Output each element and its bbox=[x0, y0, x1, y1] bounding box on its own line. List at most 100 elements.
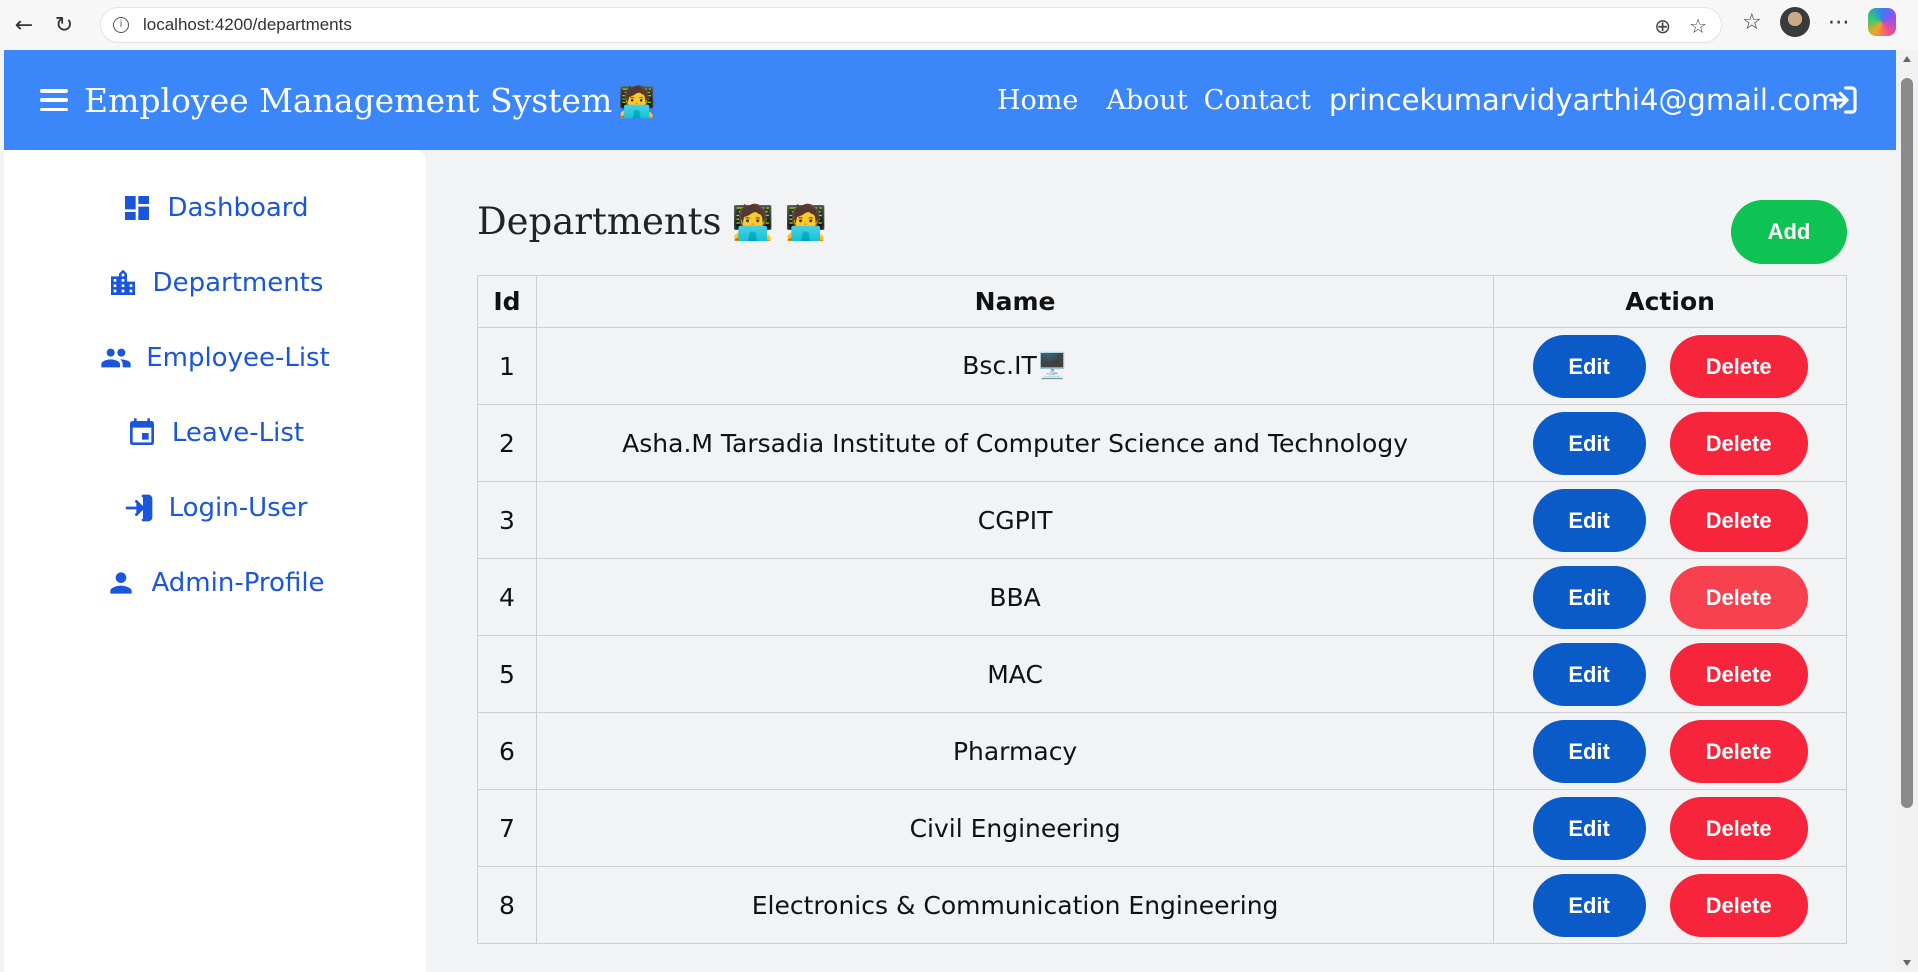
delete-button[interactable]: Delete bbox=[1669, 411, 1808, 475]
more-icon[interactable]: ⋯ bbox=[1828, 10, 1850, 35]
delete-button[interactable]: Delete bbox=[1669, 488, 1808, 552]
delete-button[interactable]: Delete bbox=[1669, 334, 1808, 398]
browser-toolbar: ← ↻ i localhost:4200/departments ⊕ ☆ ☆ ⋯ bbox=[0, 0, 1918, 50]
calendar-icon bbox=[129, 418, 154, 445]
scroll-up-icon[interactable] bbox=[1903, 56, 1911, 62]
page-title-text: Departments bbox=[477, 200, 722, 243]
header-action: Action bbox=[1493, 275, 1847, 328]
sidebar-item-label: Employee-List bbox=[146, 343, 330, 373]
table-row: 4 BBA Edit Delete bbox=[477, 558, 1847, 636]
edit-button[interactable]: Edit bbox=[1532, 411, 1646, 475]
reload-icon[interactable]: ↻ bbox=[44, 5, 84, 45]
row-id: 6 bbox=[477, 712, 537, 790]
row-actions: Edit Delete bbox=[1493, 712, 1847, 790]
scroll-thumb[interactable] bbox=[1901, 78, 1913, 808]
sidebar-item-leave-list[interactable]: Leave-List bbox=[4, 408, 426, 458]
edit-button[interactable]: Edit bbox=[1532, 565, 1646, 629]
page-title: Departments 🧑‍💻 🧑‍💻 bbox=[477, 200, 827, 243]
row-name: BBA bbox=[535, 558, 1495, 636]
nav-home[interactable]: Home bbox=[997, 85, 1078, 116]
hamburger-menu-icon[interactable] bbox=[40, 89, 68, 111]
address-bar[interactable]: i localhost:4200/departments ⊕ ☆ bbox=[100, 7, 1722, 43]
row-actions: Edit Delete bbox=[1493, 404, 1847, 482]
sidebar-item-departments[interactable]: Departments bbox=[4, 258, 426, 308]
app-navbar: Employee Management System 🧑‍💻 Home About… bbox=[4, 50, 1896, 150]
sidebar-item-label: Leave-List bbox=[171, 418, 305, 448]
delete-button[interactable]: Delete bbox=[1669, 642, 1808, 706]
table-row: 6 Pharmacy Edit Delete bbox=[477, 712, 1847, 790]
favorites-icon[interactable]: ☆ bbox=[1742, 10, 1762, 35]
row-actions: Edit Delete bbox=[1493, 866, 1847, 944]
row-actions: Edit Delete bbox=[1493, 481, 1847, 559]
row-id: 4 bbox=[477, 558, 537, 636]
table-row: 2 Asha.M Tarsadia Institute of Computer … bbox=[477, 404, 1847, 482]
sidebar-item-employee-list[interactable]: Employee-List bbox=[4, 333, 426, 383]
row-name: Asha.M Tarsadia Institute of Computer Sc… bbox=[535, 404, 1495, 482]
edit-button[interactable]: Edit bbox=[1532, 488, 1646, 552]
building-icon bbox=[110, 269, 135, 295]
table-row: 7 Civil Engineering Edit Delete bbox=[477, 789, 1847, 867]
row-name: MAC bbox=[535, 635, 1495, 713]
row-name: Bsc.IT🖥️ bbox=[535, 327, 1495, 405]
info-icon[interactable]: i bbox=[113, 17, 129, 33]
row-id: 2 bbox=[477, 404, 537, 482]
sidebar-item-admin-profile[interactable]: Admin-Profile bbox=[4, 558, 426, 608]
table-row: 1 Bsc.IT🖥️ Edit Delete bbox=[477, 327, 1847, 405]
departments-table: Id Name Action 1 Bsc.IT🖥️ Edit Delete 2 A… bbox=[477, 275, 1847, 944]
row-name: Electronics & Communication Engineering bbox=[535, 866, 1495, 944]
table-row: 3 CGPIT Edit Delete bbox=[477, 481, 1847, 559]
sidebar-item-label: Dashboard bbox=[167, 193, 309, 223]
sidebar: Dashboard Departments Employee-List Leav… bbox=[4, 150, 426, 972]
nav-links: Home About Contact princekumarvidyarthi4… bbox=[997, 50, 1839, 150]
copilot-icon[interactable] bbox=[1867, 8, 1896, 36]
login-icon bbox=[125, 494, 152, 522]
zoom-icon[interactable]: ⊕ bbox=[1654, 14, 1671, 38]
table-row: 8 Electronics & Communication Engineerin… bbox=[477, 866, 1847, 944]
sidebar-item-label: Admin-Profile bbox=[151, 568, 325, 598]
star-icon[interactable]: ☆ bbox=[1689, 14, 1707, 38]
row-id: 5 bbox=[477, 635, 537, 713]
row-actions: Edit Delete bbox=[1493, 327, 1847, 405]
nav-about[interactable]: About bbox=[1106, 85, 1187, 116]
sidebar-item-login-user[interactable]: Login-User bbox=[4, 483, 426, 533]
edit-button[interactable]: Edit bbox=[1532, 334, 1646, 398]
row-id: 1 bbox=[477, 327, 537, 405]
user-email[interactable]: princekumarvidyarthi4@gmail.com bbox=[1329, 83, 1839, 117]
brand-emoji: 🧑‍💻 bbox=[618, 84, 656, 120]
add-button[interactable]: Add bbox=[1731, 200, 1847, 264]
sidebar-item-dashboard-top[interactable]: Dashboard bbox=[4, 183, 426, 233]
sidebar-item-label: Login-User bbox=[168, 493, 308, 523]
edit-button[interactable]: Edit bbox=[1532, 719, 1646, 783]
row-actions: Edit Delete bbox=[1493, 558, 1847, 636]
table-header-row: Id Name Action bbox=[477, 275, 1847, 328]
person-icon bbox=[110, 572, 133, 594]
delete-button[interactable]: Delete bbox=[1669, 796, 1808, 860]
edit-button[interactable]: Edit bbox=[1532, 642, 1646, 706]
header-name: Name bbox=[535, 275, 1495, 328]
row-name: CGPIT bbox=[535, 481, 1495, 559]
row-actions: Edit Delete bbox=[1493, 635, 1847, 713]
url-text[interactable]: localhost:4200/departments bbox=[143, 15, 352, 35]
edit-button[interactable]: Edit bbox=[1532, 873, 1646, 937]
row-name: Civil Engineering bbox=[535, 789, 1495, 867]
back-arrow-icon[interactable]: ← bbox=[4, 5, 44, 45]
delete-button[interactable]: Delete bbox=[1669, 873, 1808, 937]
page-title-emoji: 🧑‍💻 🧑‍💻 bbox=[731, 203, 828, 243]
delete-button[interactable]: Delete bbox=[1669, 719, 1808, 783]
edit-button[interactable]: Edit bbox=[1532, 796, 1646, 860]
brand-title[interactable]: Employee Management System 🧑‍💻 bbox=[84, 81, 656, 120]
row-actions: Edit Delete bbox=[1493, 789, 1847, 867]
table-row: 5 MAC Edit Delete bbox=[477, 635, 1847, 713]
profile-avatar[interactable] bbox=[1779, 7, 1810, 37]
row-id: 3 bbox=[477, 481, 537, 559]
people-icon bbox=[101, 348, 131, 368]
row-name: Pharmacy bbox=[535, 712, 1495, 790]
page-scrollbar[interactable] bbox=[1896, 50, 1918, 972]
sidebar-item-label: Departments bbox=[152, 268, 324, 298]
delete-button[interactable]: Delete bbox=[1669, 565, 1808, 629]
logout-icon[interactable] bbox=[1826, 84, 1860, 116]
nav-contact[interactable]: Contact bbox=[1204, 85, 1311, 116]
brand-text: Employee Management System bbox=[84, 80, 613, 120]
scroll-down-icon[interactable] bbox=[1903, 960, 1911, 966]
header-id: Id bbox=[477, 275, 537, 328]
